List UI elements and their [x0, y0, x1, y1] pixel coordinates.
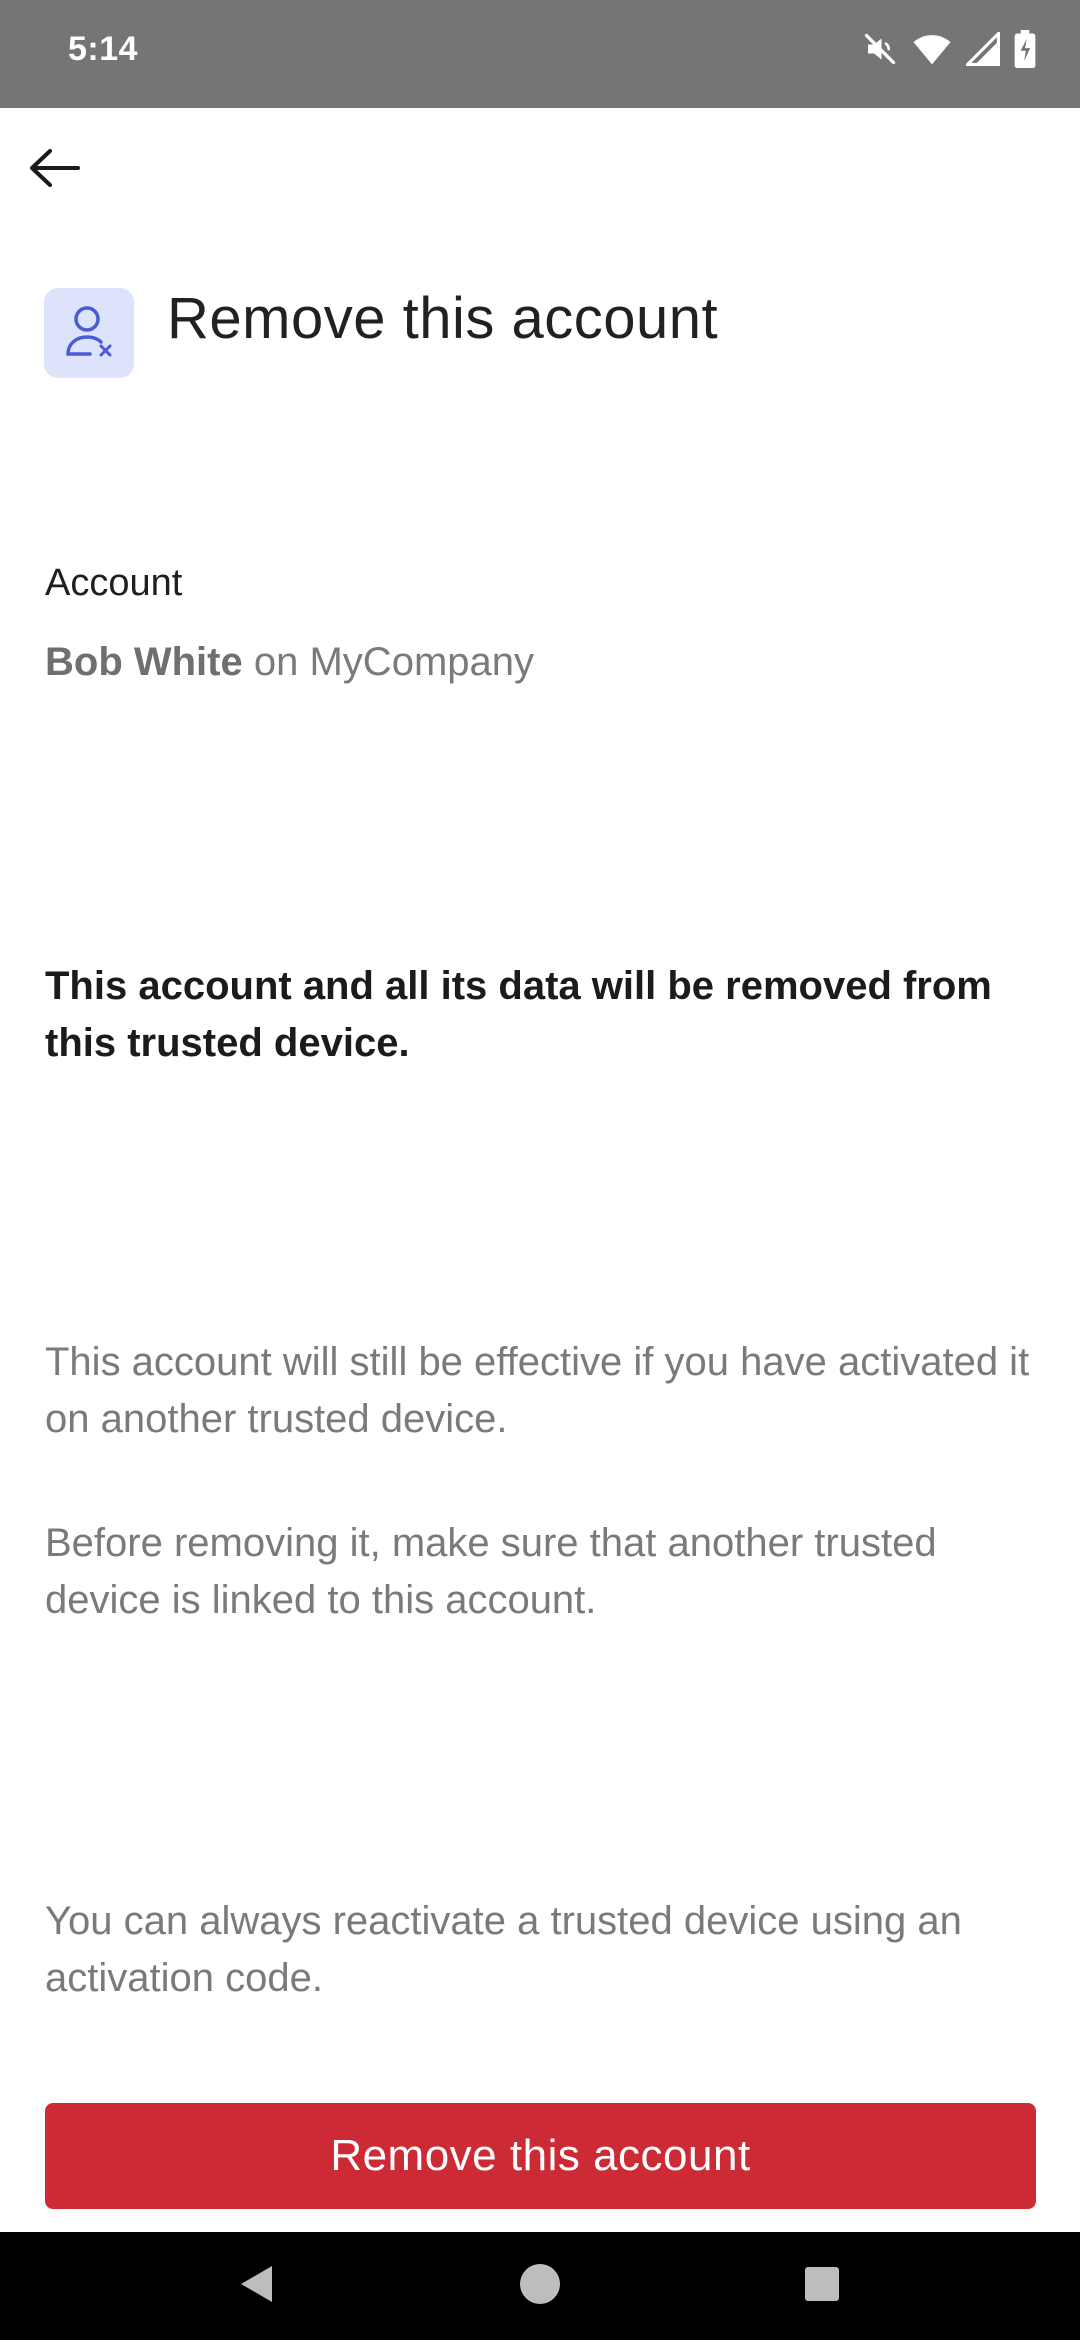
info-text-before-removing: Before removing it, make sure that anoth…	[45, 1521, 937, 1622]
account-company: MyCompany	[309, 640, 534, 684]
info-text-effective: This account will still be effective if …	[45, 1340, 1030, 1441]
system-recents-button[interactable]	[788, 2252, 856, 2320]
header-icon-tile	[44, 288, 134, 378]
account-name: Bob White	[45, 640, 243, 684]
arrow-left-icon	[28, 148, 80, 193]
status-icons	[862, 30, 1036, 68]
user-remove-icon	[63, 302, 115, 365]
back-button[interactable]	[18, 134, 90, 206]
system-back-button[interactable]	[222, 2252, 290, 2320]
back-triangle-icon	[236, 2263, 276, 2310]
remove-account-button[interactable]: Remove this account	[45, 2103, 1036, 2209]
warning-text: This account and all its data will be re…	[45, 964, 992, 1065]
info-text-reactivate: You can always reactivate a trusted devi…	[45, 1899, 962, 2000]
signal-icon	[966, 32, 1000, 66]
wifi-icon	[912, 31, 952, 67]
status-time: 5:14	[68, 30, 139, 68]
account-connector: on	[253, 640, 299, 684]
status-bar: 5:14	[0, 0, 1080, 108]
recents-square-icon	[804, 2266, 840, 2307]
account-value: Bob White on MyCompany	[45, 640, 534, 685]
page-title: Remove this account	[167, 286, 719, 351]
system-nav-bar	[0, 2232, 1080, 2340]
account-label: Account	[45, 562, 183, 604]
home-circle-icon	[519, 2263, 561, 2310]
battery-charging-icon	[1014, 30, 1036, 68]
mute-icon	[862, 31, 898, 67]
system-home-button[interactable]	[506, 2252, 574, 2320]
